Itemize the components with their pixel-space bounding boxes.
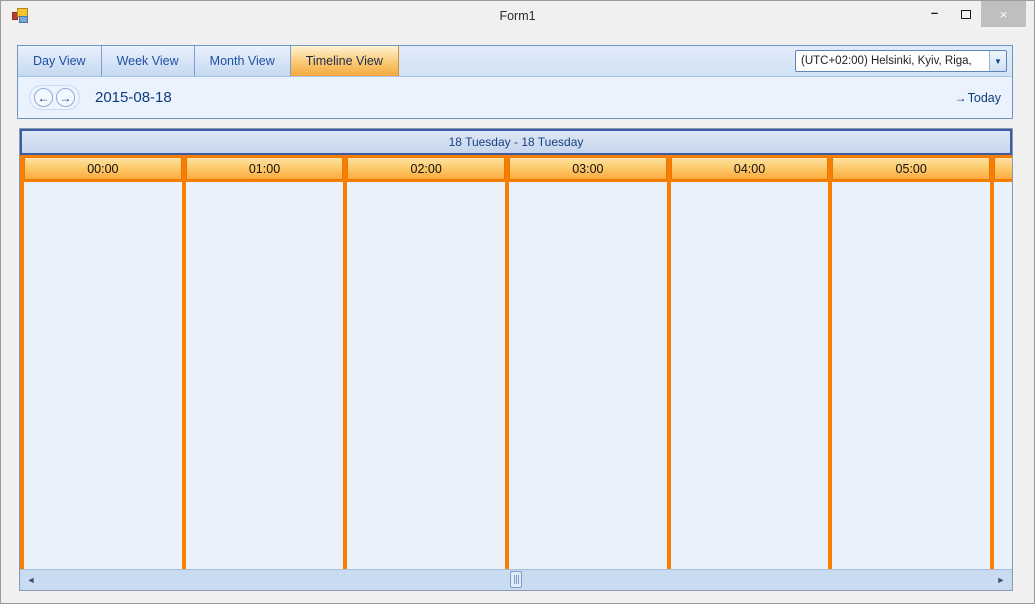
tab-label: Week View [116, 54, 179, 68]
hour-header-03: 03:00 [509, 157, 667, 180]
maximize-icon [960, 9, 971, 19]
app-icon [12, 8, 29, 24]
hour-header-01: 01:00 [185, 157, 344, 180]
timeline-column-01[interactable] [185, 182, 344, 569]
scrollbar-track[interactable] [42, 570, 990, 590]
tab-day-view[interactable]: Day View [18, 46, 102, 76]
arrow-right-icon: → [954, 90, 967, 105]
timezone-dropdown-button[interactable]: ▼ [989, 51, 1006, 71]
date-nav-button-group: ← → [29, 85, 80, 110]
timeline-view-panel: 18 Tuesday - 18 Tuesday 00:00 01:00 02:0… [19, 128, 1013, 591]
scroll-right-button[interactable]: ► [990, 570, 1012, 590]
scroll-left-icon: ◄ [26, 575, 36, 585]
hour-header-02: 02:00 [347, 157, 506, 180]
timeline-column-05[interactable] [832, 182, 991, 569]
timeline-column-04[interactable] [670, 182, 829, 569]
next-date-button[interactable]: → [56, 88, 75, 107]
timeline-content [20, 182, 1013, 569]
titlebar: Form1 – × [1, 1, 1034, 31]
timezone-selected-value: (UTC+02:00) Helsinki, Kyiv, Riga, [801, 55, 972, 67]
minimize-icon: – [930, 4, 939, 20]
arrow-right-icon: → [59, 90, 72, 105]
date-navigation-bar: ← → 2015-08-18 → Today [18, 77, 1012, 118]
view-tab-strip: Day View Week View Month View Timeline V… [18, 46, 1012, 77]
app-window: Form1 – × Day View Week View Month View [0, 0, 1035, 604]
window-controls: – × [919, 1, 1034, 31]
hour-header-00: 00:00 [24, 157, 182, 180]
hour-header-05: 05:00 [832, 157, 991, 180]
scrollbar-thumb[interactable] [510, 571, 522, 588]
chevron-down-icon: ▼ [994, 56, 1002, 66]
hour-header-partial [994, 157, 1013, 180]
tab-label: Timeline View [305, 54, 383, 68]
timeline-column-02[interactable] [347, 182, 506, 569]
close-icon: × [999, 6, 1008, 22]
scroll-right-icon: ► [996, 575, 1006, 585]
window-title: Form1 [499, 9, 536, 23]
arrow-left-icon: ← [37, 90, 50, 105]
timeline-column-03[interactable] [509, 182, 667, 569]
timezone-select[interactable]: (UTC+02:00) Helsinki, Kyiv, Riga, ▼ [795, 50, 1007, 72]
tab-label: Month View [209, 54, 275, 68]
scheduler-toolbar: Day View Week View Month View Timeline V… [17, 45, 1013, 119]
tab-month-view[interactable]: Month View [194, 46, 291, 76]
today-label: Today [967, 90, 1001, 105]
today-link[interactable]: → Today [955, 91, 1001, 105]
timeline-column-00[interactable] [24, 182, 182, 569]
horizontal-scrollbar[interactable]: ◄ ► [20, 569, 1012, 590]
minimize-button[interactable]: – [919, 1, 950, 27]
close-button[interactable]: × [981, 1, 1026, 27]
current-date-label: 2015-08-18 [95, 89, 172, 106]
date-range-header: 18 Tuesday - 18 Tuesday [20, 129, 1012, 155]
maximize-button[interactable] [950, 1, 981, 27]
scroll-left-button[interactable]: ◄ [20, 570, 42, 590]
prev-date-button[interactable]: ← [34, 88, 53, 107]
hour-header-row: 00:00 01:00 02:00 03:00 04:00 05:00 [20, 155, 1013, 182]
timeline-column-partial [994, 182, 1013, 569]
hour-header-04: 04:00 [670, 157, 829, 180]
tab-timeline-view[interactable]: Timeline View [290, 46, 399, 76]
tab-label: Day View [33, 54, 86, 68]
tab-week-view[interactable]: Week View [101, 46, 195, 76]
